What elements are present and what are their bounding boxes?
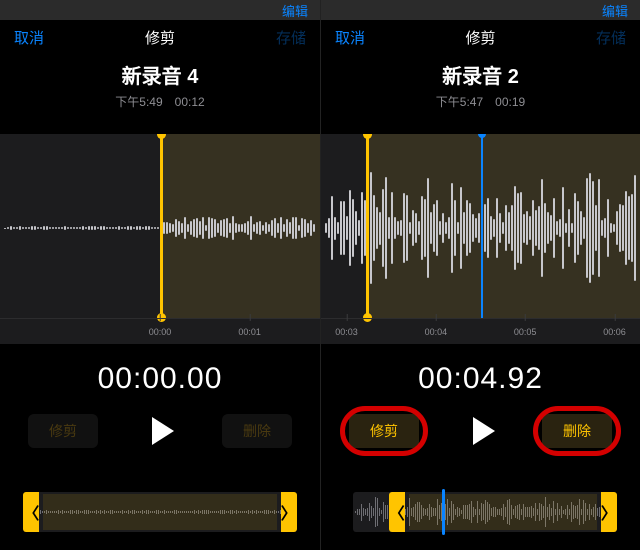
current-time: 00:04.92 — [321, 362, 640, 396]
timeline-ruler: 00:0000:0100:02 — [0, 318, 320, 344]
background-app-bar: 编辑 — [321, 0, 640, 20]
trim-navbar: 取消 修剪 存储 — [0, 24, 320, 50]
cancel-button[interactable]: 取消 — [14, 27, 44, 48]
play-icon — [473, 417, 495, 445]
waveform-editor[interactable]: 00:0000:0100:02 — [0, 134, 320, 344]
overview-scrubber[interactable]: 〈〉 — [20, 492, 300, 532]
current-time: 00:00.00 — [0, 362, 320, 396]
play-button[interactable] — [467, 417, 495, 445]
chevron-right-icon: 〉 — [281, 500, 297, 524]
playhead[interactable] — [481, 134, 483, 318]
trim-navbar: 取消 修剪 存储 — [321, 24, 640, 50]
timeline-tick: 00:03 — [335, 327, 358, 337]
play-button[interactable] — [146, 417, 174, 445]
trim-handle-start[interactable] — [366, 134, 369, 318]
annotation-circle — [340, 406, 428, 456]
trim-handle-start[interactable] — [160, 134, 163, 318]
delete-button[interactable]: 删除 — [542, 414, 612, 448]
nav-title: 修剪 — [145, 27, 175, 48]
annotation-circle — [533, 406, 621, 456]
background-edit-link[interactable]: 编辑 — [282, 1, 308, 20]
recording-subtitle: 下午5:47 00:19 — [321, 93, 640, 110]
chevron-left-icon: 〈 — [23, 500, 39, 524]
overview-selection — [43, 494, 277, 530]
timeline-tick: 00:05 — [514, 327, 537, 337]
screen-left: 编辑取消修剪存储新录音 4下午5:49 00:1200:0000:0100:02… — [0, 0, 320, 550]
timeline-ruler: 00:03 00:04 00:05 00:06 — [321, 318, 640, 344]
overview-scrubber[interactable]: 〈〉 — [341, 492, 620, 532]
chevron-right-icon: 〉 — [601, 500, 617, 524]
waveform-editor[interactable]: 00:03 00:04 00:05 00:06 — [321, 134, 640, 344]
background-edit-link[interactable]: 编辑 — [602, 1, 628, 20]
overview-handle-start[interactable]: 〈 — [389, 492, 405, 532]
overview-handle-end[interactable]: 〉 — [281, 492, 297, 532]
save-button[interactable]: 存储 — [596, 27, 626, 48]
trim-button: 修剪 — [28, 414, 98, 448]
recording-subtitle: 下午5:49 00:12 — [0, 93, 320, 110]
background-app-bar: 编辑 — [0, 0, 320, 20]
timeline-tick: 00:04 — [425, 327, 448, 337]
cancel-button[interactable]: 取消 — [335, 27, 365, 48]
timeline-tick: 00:00 — [149, 327, 172, 337]
overview-playhead[interactable] — [442, 489, 445, 535]
overview-handle-start[interactable]: 〈 — [23, 492, 39, 532]
play-icon — [152, 417, 174, 445]
chevron-left-icon: 〈 — [389, 500, 405, 524]
recording-title: 新录音 4 — [0, 60, 320, 89]
playback-controls: 修剪 删除 — [321, 414, 640, 448]
timeline-tick: 00:01 — [238, 327, 261, 337]
recording-title: 新录音 2 — [321, 60, 640, 89]
timeline-tick: 00:06 — [603, 327, 626, 337]
nav-title: 修剪 — [465, 27, 495, 48]
screen-right: 编辑取消修剪存储新录音 2下午5:47 00:1900:0300:0400:05… — [320, 0, 640, 550]
save-button[interactable]: 存储 — [276, 27, 306, 48]
trim-button[interactable]: 修剪 — [349, 414, 419, 448]
playback-controls: 修剪 删除 — [0, 414, 320, 448]
overview-handle-end[interactable]: 〉 — [601, 492, 617, 532]
overview-selection — [409, 494, 597, 530]
delete-button: 删除 — [222, 414, 292, 448]
